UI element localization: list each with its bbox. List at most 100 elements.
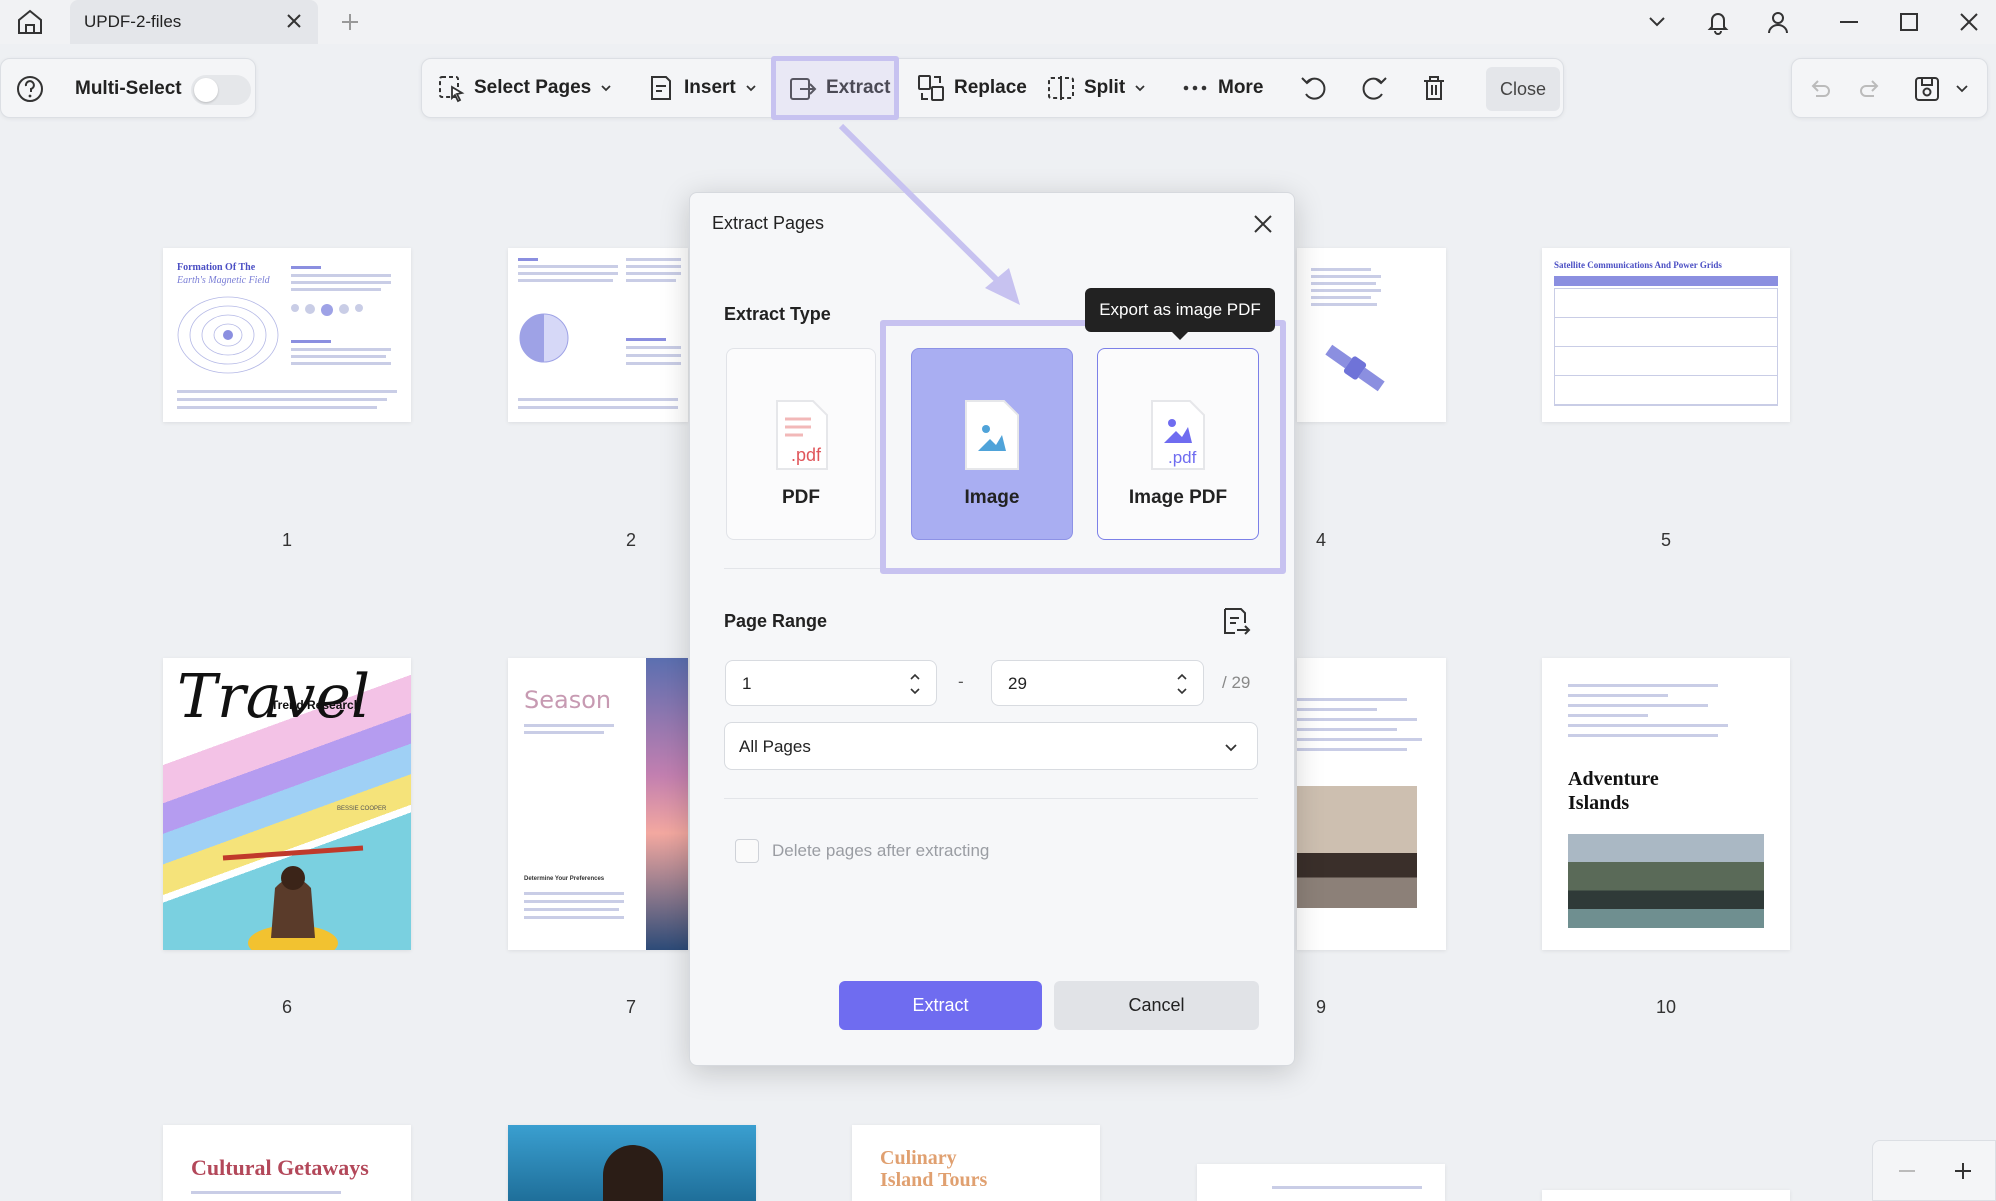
selection-highlight [880, 320, 1286, 574]
close-button[interactable]: Close [1486, 67, 1560, 111]
page-thumbnail-10[interactable]: Adventure Islands [1542, 658, 1790, 950]
chevron-down-icon[interactable] [1643, 8, 1671, 36]
bell-icon[interactable] [1704, 8, 1732, 36]
more-button[interactable]: More [1180, 59, 1263, 117]
insert-icon [651, 76, 671, 100]
multi-select-toggle[interactable] [191, 75, 251, 105]
range-to-value: 29 [1008, 674, 1027, 693]
page-thumbnail-14[interactable] [1197, 1164, 1445, 1201]
type-pdf-label: PDF [782, 487, 820, 508]
rotate-right-button[interactable] [1358, 59, 1390, 117]
redo-icon[interactable] [1858, 76, 1884, 102]
insert-button[interactable]: Insert [646, 59, 758, 117]
delete-pages-checkbox[interactable] [735, 839, 759, 863]
tab-title: UPDF-2-files [84, 12, 182, 31]
multi-select-panel: Multi-Select [0, 58, 256, 118]
page-1-subtitle: Earth's Magnetic Field [177, 275, 270, 286]
page-10-title-2: Islands [1568, 792, 1630, 814]
select-pages-button[interactable]: Select Pages [436, 59, 613, 117]
window-close-icon[interactable] [1955, 8, 1983, 36]
page-number-6: 6 [281, 997, 292, 1017]
page-thumbnail-15[interactable] [1542, 1190, 1790, 1201]
replace-button[interactable]: Replace [916, 59, 1027, 117]
extract-type-label: Extract Type [724, 304, 831, 324]
page-1-title: Formation Of The [177, 262, 256, 273]
home-icon[interactable] [14, 6, 46, 38]
delete-pages-label: Delete pages after extracting [772, 841, 990, 860]
page-range-label: Page Range [724, 611, 828, 631]
stepper-icon[interactable] [908, 670, 922, 698]
range-to-input[interactable]: 29 [991, 660, 1204, 706]
cancel-button[interactable]: Cancel [1054, 981, 1259, 1030]
page-7-title: Season [524, 686, 612, 714]
annotation-arrow [838, 123, 1020, 305]
page-thumbnail-6[interactable]: Travel Trend Research BESSIE COOPER [163, 658, 411, 950]
split-label: Split [1084, 77, 1126, 98]
page-number-1: 1 [281, 530, 292, 550]
page-thumbnail-1[interactable]: Formation Of The Earth's Magnetic Field [163, 248, 411, 422]
trash-icon [1424, 76, 1444, 100]
page-7-section: Determine Your Preferences [524, 876, 605, 882]
page-5-title: Satellite Communications And Power Grids [1554, 260, 1722, 270]
page-range-select-value: All Pages [739, 737, 811, 756]
user-icon[interactable] [1764, 8, 1792, 36]
title-bar: UPDF-2-files [0, 0, 1996, 44]
close-icon[interactable] [1250, 211, 1276, 237]
dialog-title: Extract Pages [712, 213, 825, 233]
help-icon[interactable] [15, 74, 45, 104]
range-from-value: 1 [742, 674, 752, 693]
plus-icon[interactable] [338, 10, 362, 34]
page-thumbnail-5[interactable]: Satellite Communications And Power Grids [1542, 248, 1790, 422]
page-thumbnail-11[interactable]: Cultural Getaways [163, 1125, 411, 1201]
chevron-down-icon [1225, 744, 1237, 752]
rotate-left-button[interactable] [1298, 59, 1330, 117]
more-label: More [1218, 77, 1264, 98]
extract-highlight [771, 56, 899, 120]
page-9-photo [1297, 786, 1417, 908]
multi-select-label: Multi-Select [75, 78, 182, 99]
tooltip: Export as image PDF [1085, 288, 1275, 340]
page-11-title: Cultural Getaways [191, 1155, 369, 1180]
page-thumbnail-13[interactable]: Culinary Island Tours [852, 1125, 1100, 1201]
more-icon [1183, 85, 1207, 91]
page-thumbnail-12[interactable] [508, 1125, 756, 1201]
kayak-photo [222, 845, 364, 950]
replace-label: Replace [954, 77, 1027, 98]
range-separator: - [958, 672, 964, 691]
magnetic-field-diagram [177, 296, 279, 374]
chevron-down-icon [746, 85, 756, 92]
close-icon[interactable] [284, 11, 304, 31]
type-card-pdf[interactable]: .pdf PDF [726, 348, 876, 540]
satellite-illustration [1325, 344, 1385, 392]
page-13-title-2: Island Tours [880, 1169, 988, 1191]
page-thumbnail-9[interactable] [1297, 658, 1446, 950]
split-button[interactable]: Split [1046, 59, 1147, 117]
extract-button[interactable]: Extract [839, 981, 1042, 1030]
page-13-title-1: Culinary [880, 1147, 957, 1169]
zoom-in-icon[interactable] [1951, 1159, 1975, 1183]
pdf-file-icon: .pdf [776, 400, 828, 470]
undo-icon[interactable] [1806, 76, 1832, 102]
document-tab[interactable]: UPDF-2-files [70, 0, 318, 44]
page-6-subtitle: Trend Research [271, 698, 362, 712]
page-range-icon[interactable] [1221, 606, 1251, 638]
stepper-icon[interactable] [1175, 670, 1189, 698]
select-pages-label: Select Pages [474, 77, 592, 98]
minimize-icon[interactable] [1835, 8, 1863, 36]
maximize-icon[interactable] [1895, 8, 1923, 36]
delete-button[interactable] [1419, 59, 1449, 117]
chevron-down-icon[interactable] [1954, 81, 1970, 97]
zoom-out-icon[interactable] [1895, 1159, 1919, 1183]
page-thumbnail-4[interactable] [1297, 248, 1446, 422]
page-10-photo [1568, 834, 1764, 928]
page-thumbnail-2[interactable] [508, 248, 688, 422]
replace-icon [918, 75, 944, 101]
select-pages-icon [439, 76, 465, 103]
save-icon[interactable] [1912, 74, 1942, 104]
range-from-input[interactable]: 1 [725, 660, 937, 706]
chevron-down-icon [601, 85, 611, 92]
page-6-title: Travel [177, 662, 371, 732]
dialog-divider [724, 798, 1258, 799]
page-thumbnail-7[interactable]: Season Determine Your Preferences [508, 658, 688, 950]
page-range-select[interactable]: All Pages [724, 722, 1258, 770]
